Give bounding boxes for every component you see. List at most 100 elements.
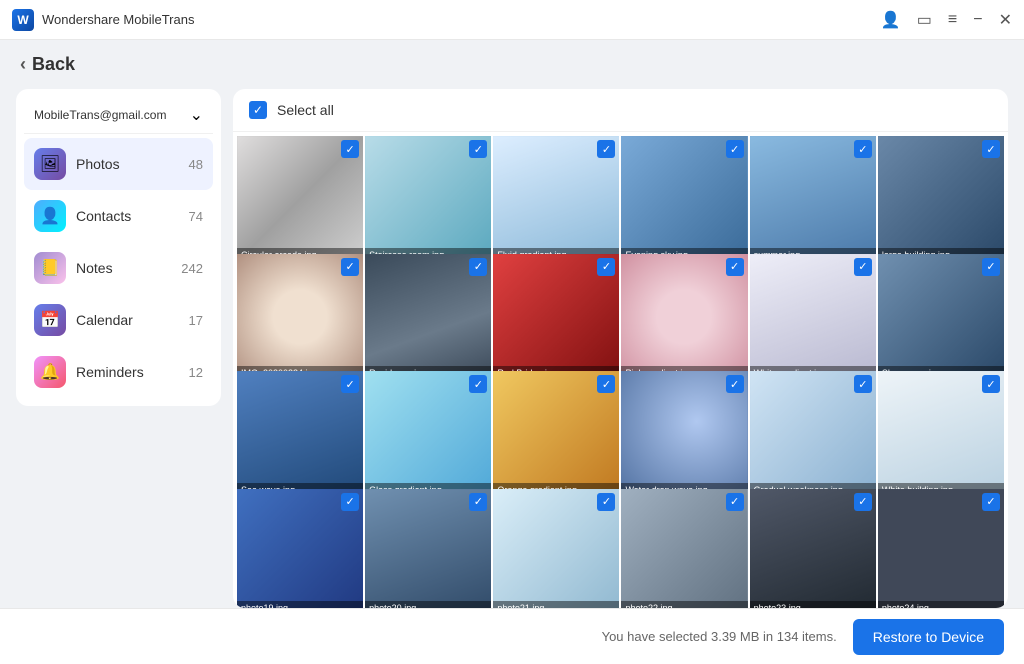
titlebar-left: W Wondershare MobileTrans <box>12 9 194 31</box>
photo-cell[interactable]: ✓ Fluid gradient.jpg <box>493 136 619 262</box>
select-all-bar: ✓ Select all <box>233 89 1008 132</box>
sidebar-item-photos[interactable]: 🖼 Photos 48 <box>24 138 213 190</box>
notes-count: 242 <box>181 261 203 276</box>
photo-checkbox[interactable]: ✓ <box>726 493 744 511</box>
photo-checkbox[interactable]: ✓ <box>726 140 744 158</box>
photo-cell[interactable]: ✓ large building.jpg <box>878 136 1004 262</box>
sidebar-item-contacts[interactable]: 👤 Contacts 74 <box>24 190 213 242</box>
titlebar-controls: 👤 ▭ ≡ − ✕ <box>881 10 1012 30</box>
calendar-count: 17 <box>189 313 203 328</box>
photo-cell[interactable]: ✓ Gradual weakness.jpg <box>750 371 876 497</box>
photo-checkbox[interactable]: ✓ <box>597 258 615 276</box>
sidebar-item-calendar[interactable]: 📅 Calendar 17 <box>24 294 213 346</box>
sidebar: MobileTrans@gmail.com ⌄ 🖼 Photos 48 👤 Co… <box>16 89 221 406</box>
photo-cell[interactable]: ✓ photo19.jpg <box>237 489 363 609</box>
photo-cell[interactable]: ✓ Staircase room.jpg <box>365 136 491 262</box>
photo-label: photo24.jpg <box>878 601 1004 608</box>
contacts-icon: 👤 <box>34 200 66 232</box>
photo-checkbox[interactable]: ✓ <box>469 258 487 276</box>
photo-checkbox[interactable]: ✓ <box>469 493 487 511</box>
reminders-label: Reminders <box>76 364 179 380</box>
photo-cell[interactable]: ✓ Residence.jpg <box>365 254 491 380</box>
back-bar: ‹ Back <box>0 40 1024 89</box>
photo-checkbox[interactable]: ✓ <box>726 258 744 276</box>
status-text: You have selected 3.39 MB in 134 items. <box>602 629 837 644</box>
photo-cell[interactable]: ✓ Orange gradient.jpg <box>493 371 619 497</box>
photo-cell[interactable]: ✓ Water drop wave.jpg <box>621 371 747 497</box>
photo-cell[interactable]: ✓ photo20.jpg <box>365 489 491 609</box>
restore-to-device-button[interactable]: Restore to Device <box>853 619 1004 655</box>
photo-cell[interactable]: ✓ photo23.jpg <box>750 489 876 609</box>
photo-checkbox[interactable]: ✓ <box>597 375 615 393</box>
reminders-count: 12 <box>189 365 203 380</box>
titlebar: W Wondershare MobileTrans 👤 ▭ ≡ − ✕ <box>0 0 1024 40</box>
notes-label: Notes <box>76 260 171 276</box>
photo-checkbox[interactable]: ✓ <box>982 258 1000 276</box>
select-all-checkbox[interactable]: ✓ <box>249 101 267 119</box>
photo-cell[interactable]: ✓ photo24.jpg <box>878 489 1004 609</box>
photo-checkbox[interactable]: ✓ <box>854 140 872 158</box>
photo-checkbox[interactable]: ✓ <box>341 140 359 158</box>
photo-checkbox[interactable]: ✓ <box>982 140 1000 158</box>
calendar-icon: 📅 <box>34 304 66 336</box>
main-content: ‹ Back MobileTrans@gmail.com ⌄ 🖼 Photos … <box>0 40 1024 664</box>
sidebar-item-reminders[interactable]: 🔔 Reminders 12 <box>24 346 213 398</box>
account-text: MobileTrans@gmail.com <box>34 108 166 122</box>
menu-icon[interactable]: ≡ <box>948 11 957 29</box>
photos-count: 48 <box>189 157 203 172</box>
app-title: Wondershare MobileTrans <box>42 12 194 27</box>
photo-checkbox[interactable]: ✓ <box>341 493 359 511</box>
photo-cell[interactable]: ✓ Sea wave.jpg <box>237 371 363 497</box>
app-icon: W <box>12 9 34 31</box>
photo-checkbox[interactable]: ✓ <box>469 375 487 393</box>
sidebar-item-notes[interactable]: 📒 Notes 242 <box>24 242 213 294</box>
photo-cell[interactable]: ✓ Skyscraper.jpg <box>878 254 1004 380</box>
account-selector[interactable]: MobileTrans@gmail.com ⌄ <box>24 97 213 134</box>
photo-cell[interactable]: ✓ White gradient.jpg <box>750 254 876 380</box>
photo-checkbox[interactable]: ✓ <box>341 375 359 393</box>
photo-cell[interactable]: ✓ photo21.jpg <box>493 489 619 609</box>
photo-checkbox[interactable]: ✓ <box>597 493 615 511</box>
photo-checkbox[interactable]: ✓ <box>854 258 872 276</box>
photo-label: photo19.jpg <box>237 601 363 608</box>
close-icon[interactable]: ✕ <box>999 10 1012 30</box>
back-button[interactable]: ‹ Back <box>20 54 1004 75</box>
photo-cell[interactable]: ✓ Evening sky.jpg <box>621 136 747 262</box>
restore-icon[interactable]: ▭ <box>917 10 932 30</box>
right-panel: ✓ Select all ✓ Circular arcade.jpg ✓ Sta… <box>233 89 1008 608</box>
photo-cell[interactable]: ✓ Red Bridge.jpg <box>493 254 619 380</box>
photo-checkbox[interactable]: ✓ <box>597 140 615 158</box>
photos-label: Photos <box>76 156 179 172</box>
photo-checkbox[interactable]: ✓ <box>854 493 872 511</box>
select-all-label: Select all <box>277 102 334 118</box>
photo-checkbox[interactable]: ✓ <box>982 375 1000 393</box>
photo-cell[interactable]: ✓ Circular arcade.jpg <box>237 136 363 262</box>
photo-checkbox[interactable]: ✓ <box>341 258 359 276</box>
profile-icon[interactable]: 👤 <box>881 10 901 30</box>
photo-cell[interactable]: ✓ photo22.jpg <box>621 489 747 609</box>
reminders-icon: 🔔 <box>34 356 66 388</box>
photo-cell[interactable]: ✓ Pink gradient.jpg <box>621 254 747 380</box>
photo-cell[interactable]: ✓ White building.jpg <box>878 371 1004 497</box>
calendar-label: Calendar <box>76 312 179 328</box>
content-area: MobileTrans@gmail.com ⌄ 🖼 Photos 48 👤 Co… <box>0 89 1024 608</box>
chevron-down-icon: ⌄ <box>190 105 203 125</box>
bottom-bar: You have selected 3.39 MB in 134 items. … <box>0 608 1024 664</box>
contacts-count: 74 <box>189 209 203 224</box>
photo-cell[interactable]: ✓ IMG_20200224.jpg <box>237 254 363 380</box>
photo-label: photo20.jpg <box>365 601 491 608</box>
photo-cell[interactable]: ✓ summer.jpg <box>750 136 876 262</box>
photo-label: photo23.jpg <box>750 601 876 608</box>
back-arrow-icon: ‹ <box>20 54 26 75</box>
photo-label: photo21.jpg <box>493 601 619 608</box>
photo-checkbox[interactable]: ✓ <box>854 375 872 393</box>
photo-checkbox[interactable]: ✓ <box>726 375 744 393</box>
photos-icon: 🖼 <box>34 148 66 180</box>
notes-icon: 📒 <box>34 252 66 284</box>
photo-checkbox[interactable]: ✓ <box>469 140 487 158</box>
photo-checkbox[interactable]: ✓ <box>982 493 1000 511</box>
minimize-icon[interactable]: − <box>973 11 982 29</box>
back-label: Back <box>32 54 75 75</box>
contacts-label: Contacts <box>76 208 179 224</box>
photo-cell[interactable]: ✓ Glass gradient.jpg <box>365 371 491 497</box>
